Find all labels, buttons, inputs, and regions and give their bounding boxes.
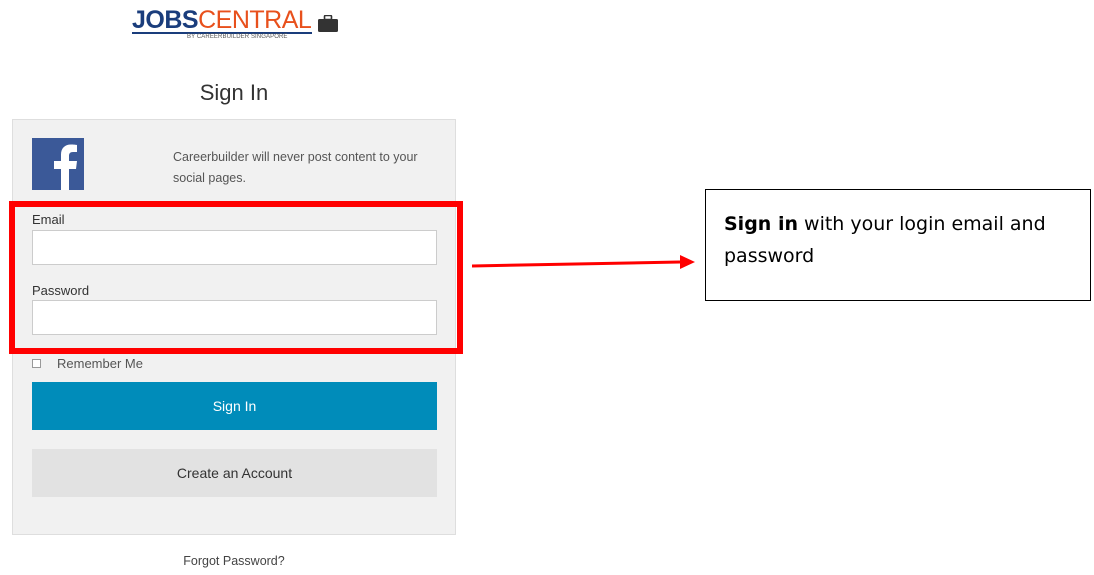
facebook-icon[interactable] <box>32 138 84 190</box>
logo-central-text: CENTRAL <box>198 6 312 34</box>
remember-me[interactable]: Remember Me <box>32 355 143 371</box>
remember-me-label: Remember Me <box>57 355 143 371</box>
annotation-arrow <box>472 255 695 269</box>
jobscentral-logo[interactable]: JOBSCENTRAL BY CAREERBUILDER SINGAPORE <box>132 6 342 40</box>
briefcase-icon <box>318 15 338 32</box>
logo-jobs-text: JOBS <box>132 6 199 34</box>
annotation-callout: Sign in with your login email and passwo… <box>705 189 1091 301</box>
sign-in-button[interactable]: Sign In <box>32 382 437 430</box>
logo-tagline: BY CAREERBUILDER SINGAPORE <box>187 34 288 40</box>
facebook-note: Careerbuilder will never post content to… <box>173 150 418 185</box>
logo-wordmark: JOBSCENTRAL <box>132 6 312 34</box>
remember-me-checkbox[interactable] <box>32 358 41 368</box>
annotation-highlight-box <box>9 201 463 354</box>
create-account-button[interactable]: Create an Account <box>32 449 437 497</box>
forgot-password-link[interactable]: Forgot Password? <box>0 554 468 568</box>
page-title: Sign In <box>199 80 269 105</box>
callout-bold-text: Sign in <box>724 213 798 235</box>
